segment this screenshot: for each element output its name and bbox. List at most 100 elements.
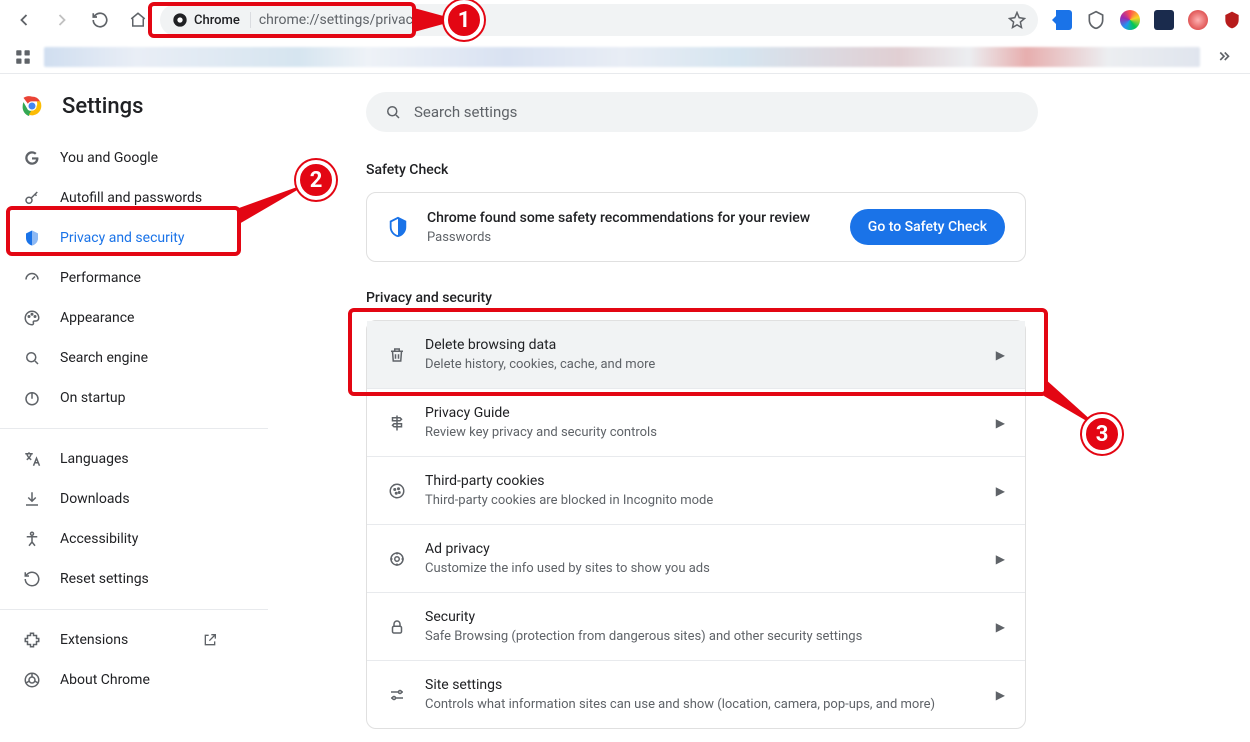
safety-check-title: Chrome found some safety recommendations… — [427, 210, 832, 226]
sidebar-item-accessibility[interactable]: Accessibility — [0, 519, 240, 559]
sidebar-item-label: Search engine — [60, 350, 148, 366]
shield-icon — [22, 228, 42, 248]
address-text: chrome://settings/privacy — [259, 12, 420, 28]
page-title: Settings — [62, 94, 143, 119]
open-external-icon — [202, 632, 218, 648]
forward-button[interactable] — [46, 4, 78, 36]
sidebar-divider-2 — [0, 609, 268, 610]
chevron-right-icon: ▶ — [996, 620, 1005, 634]
row-title: Third-party cookies — [425, 473, 978, 489]
sidebar-item-label: Autofill and passwords — [60, 190, 202, 206]
bookmarks-blur — [44, 47, 1200, 67]
chevron-right-icon: ▶ — [996, 484, 1005, 498]
site-chip-label: Chrome — [194, 13, 240, 28]
sidebar-item-appearance[interactable]: Appearance — [0, 298, 240, 338]
extension-icons — [1052, 10, 1242, 30]
settings-root: Settings You and Google Autofill and pas… — [0, 74, 1250, 742]
row-ad-privacy[interactable]: Ad privacy Customize the info used by si… — [367, 524, 1025, 592]
row-title: Delete browsing data — [425, 337, 978, 353]
row-security[interactable]: Security Safe Browsing (protection from … — [367, 592, 1025, 660]
sidebar-item-performance[interactable]: Performance — [0, 258, 240, 298]
apps-icon[interactable] — [14, 48, 32, 66]
sidebar-item-label: Appearance — [60, 310, 134, 326]
row-subtitle: Customize the info used by sites to show… — [425, 561, 978, 576]
sidebar-item-label: Languages — [60, 451, 129, 467]
reset-icon — [22, 569, 42, 589]
sidebar-item-label: Extensions — [60, 632, 128, 648]
row-subtitle: Controls what information sites can use … — [425, 697, 978, 712]
site-chip: Chrome — [172, 12, 251, 28]
privacy-heading: Privacy and security — [366, 290, 1190, 306]
settings-content: Search settings Safety Check Chrome foun… — [268, 74, 1250, 742]
ext-icon-1[interactable] — [1052, 10, 1072, 30]
bookmarks-bar — [0, 40, 1250, 74]
chevron-right-icon: ▶ — [996, 416, 1005, 430]
ext-icon-6[interactable] — [1222, 10, 1242, 30]
row-delete-browsing-data[interactable]: Delete browsing data Delete history, coo… — [367, 321, 1025, 388]
sidebar-item-label: Privacy and security — [60, 230, 184, 246]
sidebar-item-about[interactable]: About Chrome — [0, 660, 240, 700]
sidebar-item-downloads[interactable]: Downloads — [0, 479, 240, 519]
privacy-list-card: Delete browsing data Delete history, coo… — [366, 320, 1026, 729]
row-site-settings[interactable]: Site settings Controls what information … — [367, 660, 1025, 728]
app-title-row: Settings — [0, 92, 268, 138]
row-title: Privacy Guide — [425, 405, 978, 421]
ext-icon-5[interactable] — [1188, 10, 1208, 30]
row-title: Site settings — [425, 677, 978, 693]
cookie-icon — [387, 481, 407, 501]
lock-icon — [387, 617, 407, 637]
sidebar-item-autofill[interactable]: Autofill and passwords — [0, 178, 240, 218]
chevron-right-icon: ▶ — [996, 688, 1005, 702]
ext-icon-4[interactable] — [1154, 10, 1174, 30]
download-icon — [22, 489, 42, 509]
chrome-icon — [172, 12, 188, 28]
sidebar-item-privacy[interactable]: Privacy and security — [0, 218, 240, 258]
search-settings-input[interactable]: Search settings — [366, 92, 1038, 132]
row-subtitle: Review key privacy and security controls — [425, 425, 978, 440]
speedometer-icon — [22, 268, 42, 288]
star-icon[interactable] — [1008, 11, 1026, 29]
row-subtitle: Delete history, cookies, cache, and more — [425, 357, 978, 372]
sidebar-item-label: You and Google — [60, 150, 158, 166]
sidebar-item-label: Reset settings — [60, 571, 149, 587]
chevron-right-icon: ▶ — [996, 348, 1005, 362]
go-to-safety-check-button[interactable]: Go to Safety Check — [850, 209, 1005, 245]
translate-icon — [22, 449, 42, 469]
sidebar-item-extensions[interactable]: Extensions — [0, 620, 240, 660]
search-icon — [22, 348, 42, 368]
row-title: Ad privacy — [425, 541, 978, 557]
row-third-party-cookies[interactable]: Third-party cookies Third-party cookies … — [367, 456, 1025, 524]
home-button[interactable] — [122, 4, 154, 36]
ext-icon-2[interactable] — [1086, 10, 1106, 30]
ext-icon-3[interactable] — [1120, 10, 1140, 30]
row-subtitle: Third-party cookies are blocked in Incog… — [425, 493, 978, 508]
sliders-icon — [387, 685, 407, 705]
power-icon — [22, 388, 42, 408]
key-icon — [22, 188, 42, 208]
safety-check-card: Chrome found some safety recommendations… — [366, 192, 1026, 262]
extension-icon — [22, 630, 42, 650]
sidebar-item-label: Downloads — [60, 491, 130, 507]
chrome-outline-icon — [22, 670, 42, 690]
browser-toolbar: Chrome chrome://settings/privacy — [0, 0, 1250, 40]
row-privacy-guide[interactable]: Privacy Guide Review key privacy and sec… — [367, 388, 1025, 456]
safety-check-heading: Safety Check — [366, 162, 1190, 178]
search-icon — [384, 103, 402, 121]
sidebar-item-search-engine[interactable]: Search engine — [0, 338, 240, 378]
settings-sidebar: Settings You and Google Autofill and pas… — [0, 74, 268, 742]
shield-status-icon — [387, 216, 409, 238]
sidebar-item-reset[interactable]: Reset settings — [0, 559, 240, 599]
bookmarks-overflow[interactable] — [1212, 45, 1236, 69]
sidebar-item-you-and-google[interactable]: You and Google — [0, 138, 240, 178]
search-placeholder: Search settings — [414, 103, 517, 121]
sidebar-item-label: About Chrome — [60, 672, 150, 688]
address-bar[interactable]: Chrome chrome://settings/privacy — [160, 4, 1038, 36]
sidebar-item-languages[interactable]: Languages — [0, 439, 240, 479]
back-button[interactable] — [8, 4, 40, 36]
safety-check-subtitle: Passwords — [427, 230, 832, 245]
reload-button[interactable] — [84, 4, 116, 36]
chrome-logo-icon — [18, 92, 46, 120]
sidebar-item-on-startup[interactable]: On startup — [0, 378, 240, 418]
chevron-right-icon: ▶ — [996, 552, 1005, 566]
sidebar-item-label: On startup — [60, 390, 126, 406]
